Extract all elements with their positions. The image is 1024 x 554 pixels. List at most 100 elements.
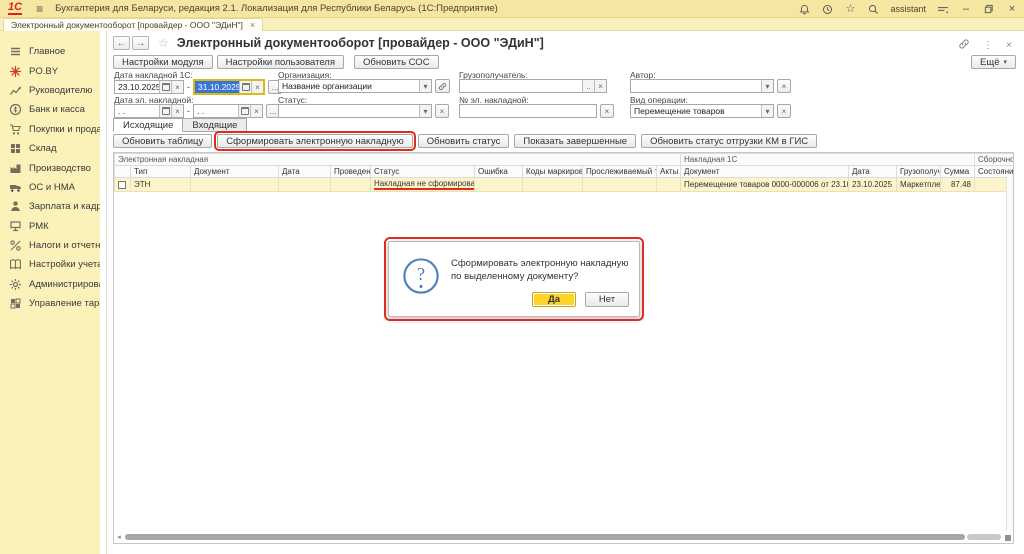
- author-clear-button[interactable]: ×: [777, 79, 791, 93]
- org-open-link-icon[interactable]: [435, 79, 450, 93]
- scroll-left-icon[interactable]: ◂: [115, 533, 123, 541]
- sidebar-item-os-nma[interactable]: ОС и НМА: [0, 178, 100, 197]
- opkind-clear-button[interactable]: ×: [777, 104, 791, 118]
- col-type[interactable]: Тип: [130, 165, 191, 178]
- sidebar-item-zarplata-kadry[interactable]: Зарплата и кадры: [0, 197, 108, 216]
- opkind-field[interactable]: Перемещение товаров ▾: [630, 104, 774, 118]
- sidebar-item-rmk[interactable]: РМК: [0, 217, 100, 236]
- favorite-star-icon[interactable]: ☆: [158, 36, 169, 50]
- clear-icon[interactable]: ×: [171, 105, 183, 117]
- col-acts[interactable]: Акты: [655, 165, 682, 178]
- consignee-field[interactable]: .. ×: [459, 79, 607, 93]
- module-settings-button[interactable]: Настройки модуля: [113, 55, 213, 69]
- row-checkbox[interactable]: [118, 180, 126, 189]
- edate-to-field[interactable]: . . ×: [193, 104, 263, 118]
- sidebar-item-proizvodstvo[interactable]: Производство: [0, 158, 100, 177]
- history-icon[interactable]: [821, 3, 833, 15]
- dropdown-icon[interactable]: ▾: [419, 105, 431, 117]
- col-error[interactable]: Ошибка: [474, 165, 523, 178]
- user-settings-button[interactable]: Настройки пользователя: [216, 55, 344, 69]
- show-completed-button[interactable]: Показать завершенные: [514, 134, 637, 148]
- no-button[interactable]: Нет: [585, 292, 629, 307]
- clear-icon[interactable]: ×: [250, 105, 262, 117]
- edate-from-field[interactable]: . . ×: [114, 104, 184, 118]
- author-field[interactable]: ▾: [630, 79, 774, 93]
- sidebar-item-bank-kassa[interactable]: Банк и касса: [0, 100, 100, 119]
- close-window-icon[interactable]: ×: [1006, 3, 1018, 15]
- tab-incoming[interactable]: Входящие: [182, 118, 248, 132]
- refresh-sos-button[interactable]: Обновить СОС: [354, 55, 439, 69]
- refresh-table-button[interactable]: Обновить таблицу: [113, 134, 213, 148]
- org-field[interactable]: Название организации ▾: [278, 79, 432, 93]
- create-einvoice-button[interactable]: Сформировать электронную накладную: [214, 131, 416, 151]
- col-sum[interactable]: Сумма: [940, 165, 976, 178]
- document-tabstrip: Электронный документооборот [провайдер -…: [0, 18, 1024, 31]
- choose-icon[interactable]: ..: [582, 80, 594, 92]
- dropdown-icon[interactable]: ▾: [761, 105, 773, 117]
- col-date-1c[interactable]: Дата: [848, 165, 898, 178]
- tab-outgoing[interactable]: Исходящие: [113, 118, 184, 132]
- clear-icon[interactable]: ×: [594, 80, 606, 92]
- col-traceable-goods[interactable]: Прослеживаемый товар: [582, 165, 657, 178]
- document-tab[interactable]: Электронный документооборот [провайдер -…: [3, 18, 264, 31]
- calendar-icon[interactable]: [159, 81, 171, 93]
- dropdown-icon[interactable]: ▾: [761, 80, 773, 92]
- clear-icon[interactable]: ×: [251, 81, 263, 93]
- search-icon[interactable]: [867, 3, 879, 15]
- calendar-icon[interactable]: [159, 105, 171, 117]
- col-posted[interactable]: Проведен: [330, 165, 371, 178]
- table-row[interactable]: ЭТН Накладная не сформирована Перемещени…: [114, 177, 1013, 192]
- sidebar-item-glavnoe[interactable]: Главное: [0, 42, 100, 61]
- functions-menu-icon[interactable]: [937, 3, 949, 15]
- col-status[interactable]: Статус: [370, 165, 475, 178]
- forward-button[interactable]: →: [132, 36, 149, 50]
- notifications-bell-icon[interactable]: [798, 3, 810, 15]
- col-doc-1c[interactable]: Документ: [680, 165, 850, 178]
- org-group: Название организации ▾: [278, 79, 450, 93]
- status-clear-button[interactable]: ×: [435, 104, 449, 118]
- close-form-icon[interactable]: ×: [1006, 40, 1012, 51]
- row-checkbox-cell[interactable]: [114, 177, 131, 192]
- horizontal-scrollbar[interactable]: ◂: [115, 533, 1001, 541]
- sidebar-item-upravlenie-tarifom[interactable]: Управление тарифом: [0, 294, 124, 313]
- favorites-star-icon[interactable]: ☆: [844, 3, 856, 15]
- col-date[interactable]: Дата: [278, 165, 331, 178]
- horizontal-scrollbar-end[interactable]: [967, 534, 1001, 540]
- more-dots-icon[interactable]: ⋮: [983, 40, 993, 51]
- enum-field[interactable]: [459, 104, 597, 118]
- calendar-icon[interactable]: [238, 105, 250, 117]
- col-consignee-1c[interactable]: Грузополуч...: [896, 165, 942, 178]
- date1c-from-field[interactable]: 23.10.2025 ×: [114, 80, 184, 94]
- vertical-scrollbar[interactable]: [1006, 176, 1013, 531]
- current-user-name[interactable]: assistant: [890, 4, 926, 14]
- main-menu-icon[interactable]: ≡: [36, 2, 43, 16]
- sidebar-item-nalogi[interactable]: Налоги и отчетность: [0, 236, 120, 255]
- col-document[interactable]: Документ: [190, 165, 279, 178]
- col-marking-codes[interactable]: Коды маркировки: [522, 165, 583, 178]
- date1c-to-field[interactable]: 31.10.2025 ×: [193, 79, 265, 95]
- minimize-window-icon[interactable]: –: [960, 3, 972, 15]
- sidebar-item-sklad[interactable]: Склад: [0, 139, 100, 158]
- date1c-range: 23.10.2025 × - 31.10.2025 × ...: [114, 79, 282, 95]
- refresh-status-button[interactable]: Обновить статус: [417, 134, 510, 148]
- enum-clear-button[interactable]: ×: [600, 104, 614, 118]
- document-tab-close-icon[interactable]: ×: [250, 20, 255, 30]
- clear-icon[interactable]: ×: [171, 81, 183, 93]
- yes-button[interactable]: Да: [532, 292, 576, 307]
- back-button[interactable]: ←: [113, 36, 130, 50]
- sidebar-item-nastroyki-ucheta[interactable]: Настройки учета: [0, 255, 102, 274]
- calendar-icon[interactable]: [239, 81, 251, 93]
- more-button[interactable]: Ещё ▾: [971, 55, 1016, 69]
- sidebar-item-poby[interactable]: PO.BY: [0, 61, 100, 80]
- person-icon: [9, 200, 22, 213]
- row-sum: 87.48: [940, 177, 976, 192]
- status-field[interactable]: ▾: [278, 104, 432, 118]
- get-link-icon[interactable]: [958, 38, 970, 53]
- dropdown-icon[interactable]: ▾: [419, 80, 431, 92]
- restore-window-icon[interactable]: [983, 3, 995, 15]
- horizontal-scrollbar-thumb[interactable]: [125, 534, 965, 540]
- sidebar-item-administrirovanie[interactable]: Администрирование: [0, 275, 120, 294]
- refresh-km-gis-button[interactable]: Обновить статус отгрузки КМ в ГИС: [641, 134, 818, 148]
- sidebar-item-rukovoditelyu[interactable]: Руководителю: [0, 81, 100, 100]
- sidebar-item-pokupki-prodazhi[interactable]: Покупки и продажи: [0, 120, 113, 139]
